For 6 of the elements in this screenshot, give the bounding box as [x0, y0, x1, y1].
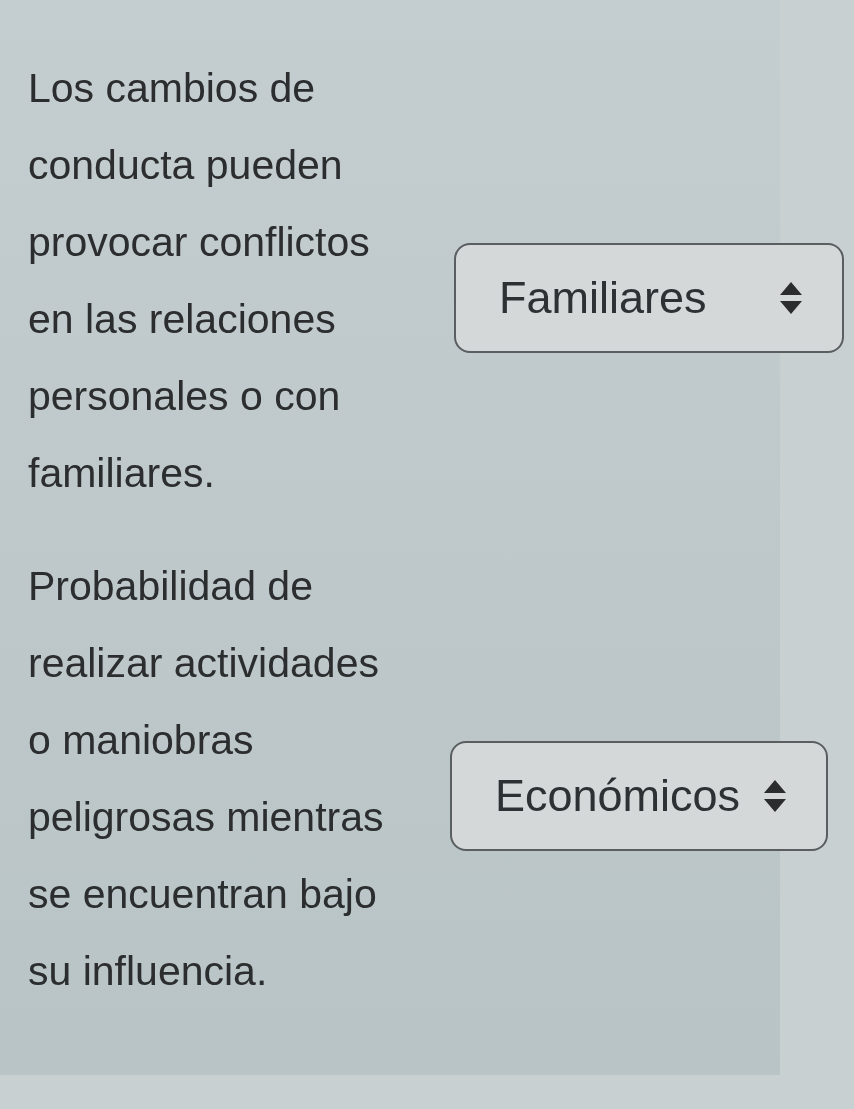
statement-text: Probabilidad de realizar actividades o maniobras peligrosas mientras se encuentran bajo su influencia.: [28, 562, 385, 996]
dropdown[interactable]: Económicos: [450, 741, 828, 851]
up-down-arrows-icon: [780, 282, 802, 314]
statement-text: Los cambios de conducta pueden provocar conflictos en las relaciones personales o con familiares.: [28, 64, 371, 498]
up-down-arrows-icon: [764, 780, 787, 812]
dropdown[interactable]: Familiares: [454, 243, 844, 353]
